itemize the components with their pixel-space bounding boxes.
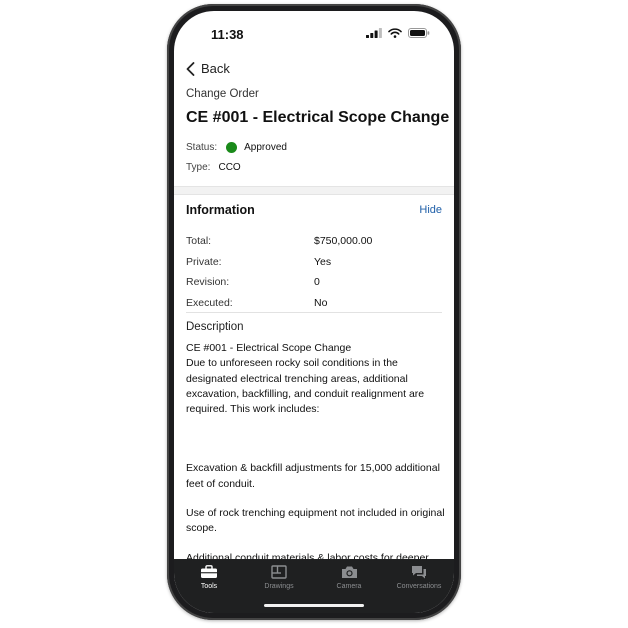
chat-icon (412, 566, 426, 579)
info-row-executed: Executed: No (186, 297, 442, 309)
status-value: Approved (244, 142, 287, 153)
info-label: Revision: (186, 276, 230, 288)
status-icons (366, 28, 430, 38)
status-time: 11:38 (211, 27, 244, 42)
wifi-icon (388, 28, 402, 38)
home-indicator (264, 604, 364, 607)
description-paragraph: Excavation & backfill adjustments for 15… (186, 462, 440, 490)
hide-information-button[interactable]: Hide (419, 204, 442, 216)
change-order-detail[interactable]: Back Change Order CE #001 - Electrical S… (174, 55, 454, 559)
tab-tools[interactable]: Tools (174, 559, 244, 613)
signal-icon (366, 28, 382, 38)
chevron-left-icon (186, 61, 195, 76)
status-row: Status: Approved (186, 142, 287, 153)
info-value: 0 (314, 276, 320, 288)
status-label: Status: (186, 142, 218, 153)
information-heading: Information (186, 203, 255, 217)
breadcrumb: Change Order (186, 88, 259, 100)
info-label: Total: (186, 235, 212, 247)
camera-icon (341, 566, 357, 578)
info-value: $750,000.00 (314, 235, 373, 247)
toolbox-icon (201, 565, 217, 578)
page-title: CE #001 - Electrical Scope Change (186, 109, 450, 126)
tab-label: Tools (200, 583, 218, 590)
drawings-icon (271, 565, 287, 579)
tab-label: Drawings (264, 583, 294, 590)
tab-conversations[interactable]: Conversations (384, 559, 454, 613)
description-paragraph: Use of rock trenching equipment not incl… (186, 507, 445, 535)
battery-icon (408, 28, 430, 38)
info-row-private: Private: Yes (186, 256, 442, 268)
info-value: Yes (314, 256, 332, 268)
tab-label: Camera (336, 583, 362, 590)
description-body: CE #001 - Electrical Scope Change Due to… (186, 341, 446, 559)
info-row-revision: Revision: 0 (186, 276, 442, 288)
info-row-total: Total: $750,000.00 (186, 235, 442, 247)
description-paragraph: Additional conduit materials & labor cos… (186, 551, 429, 559)
back-label: Back (201, 61, 230, 76)
info-label: Private: (186, 256, 222, 268)
description-paragraph: CE #001 - Electrical Scope Change (186, 342, 352, 354)
type-value: CCO (218, 162, 241, 173)
divider (186, 312, 442, 313)
phone-frame: 11:38 Back Change Order CE #001 - Electr… (167, 4, 461, 620)
description-paragraph: Due to unforeseen rocky soil conditions … (186, 357, 425, 416)
type-label: Type: (186, 162, 211, 173)
info-label: Executed: (186, 297, 233, 309)
info-value: No (314, 297, 328, 309)
phone-screen: 11:38 Back Change Order CE #001 - Electr… (174, 11, 454, 613)
tab-label: Conversations (396, 583, 442, 590)
status-bar: 11:38 (174, 11, 454, 51)
status-dot-icon (226, 142, 238, 153)
description-heading: Description (186, 321, 244, 333)
back-button[interactable]: Back (186, 61, 230, 76)
type-row: Type: CCO (186, 162, 241, 173)
section-divider (174, 186, 454, 195)
